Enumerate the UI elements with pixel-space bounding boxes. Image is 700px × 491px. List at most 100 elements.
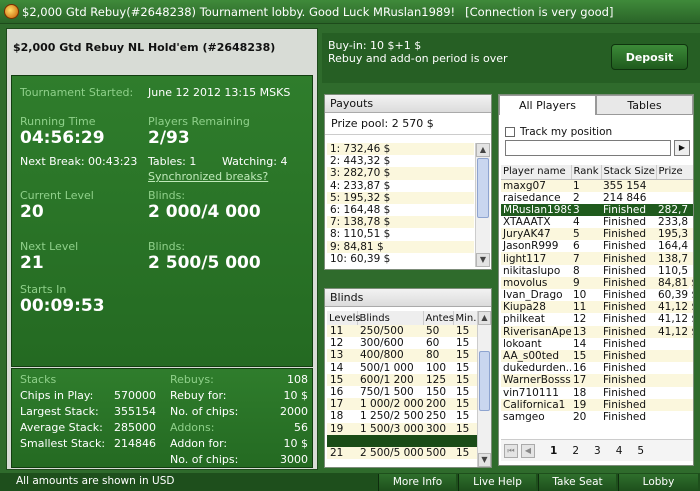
col-levels[interactable]: Levels — [327, 311, 361, 325]
rebuy-for-label: Rebuy for: — [170, 389, 227, 402]
prev-page-icon[interactable]: ◀ — [521, 443, 535, 458]
table-row[interactable]: Kiupa2811Finished41,12 $ — [501, 301, 693, 314]
page-2[interactable]: 2 — [572, 445, 579, 457]
more-info-button[interactable]: More Info — [378, 474, 456, 491]
running-time: 04:56:29 — [20, 128, 105, 148]
table-row[interactable]: AA_s00ted 15 Finished — [501, 349, 693, 363]
table-row: 16 750/1 500 150 15 — [330, 386, 470, 399]
page-3[interactable]: 3 — [594, 445, 601, 457]
largest-stack: 355154 — [114, 405, 156, 418]
players-pager: ⏮ ◀ 1 2 3 4 5 — [501, 439, 693, 461]
scroll-down-icon[interactable]: ▼ — [478, 453, 491, 467]
players-remaining: 2/93 — [148, 128, 190, 148]
players-remaining-label: Players Remaining — [148, 115, 250, 128]
rebuys-label: Rebuys: — [170, 373, 214, 386]
player-list-scroll-arrows[interactable]: ▲ ▼ — [687, 283, 697, 303]
scroll-thumb[interactable] — [479, 351, 490, 411]
table-row[interactable]: vin710111 18 Finished — [501, 387, 693, 399]
players-tabs: All Players Tables — [499, 95, 693, 115]
col-prize[interactable]: Prize — [656, 165, 693, 180]
take-seat-button[interactable]: Take Seat — [538, 474, 616, 491]
tournament-info-panel: $2,000 Gtd Rebuy NL Hold'em (#2648238) T… — [6, 28, 318, 470]
payout-list: 1: 732,46 $ 2: 443,32 $ 3: 282,70 $ 4: 2… — [327, 143, 474, 266]
deposit-button[interactable]: Deposit — [611, 44, 688, 70]
table-row[interactable]: maxg07 1 355 154 — [501, 179, 693, 192]
player-search-input[interactable] — [505, 140, 671, 156]
chips-in-play: 570000 — [114, 389, 156, 402]
page-5[interactable]: 5 — [637, 445, 644, 457]
current-level-row — [327, 434, 477, 447]
scroll-up-icon[interactable]: ▲ — [478, 311, 491, 325]
table-row[interactable]: samgeo 20 Finished — [501, 411, 693, 423]
page-4[interactable]: 4 — [616, 445, 623, 457]
average-stack-label: Average Stack: — [20, 421, 103, 434]
tab-tables[interactable]: Tables — [596, 95, 693, 115]
col-blinds[interactable]: Blinds — [357, 311, 424, 325]
table-row: 18 1 250/2 500 250 15 — [330, 410, 470, 423]
current-blinds: 2 000/4 000 — [148, 202, 261, 222]
table-row: 13 400/800 80 15 — [327, 349, 477, 362]
prize-pool: Prize pool: 2 570 $ — [325, 113, 491, 135]
scroll-up-icon[interactable]: ▲ — [476, 143, 490, 157]
col-antes[interactable]: Antes — [423, 311, 454, 325]
table-row: 12 300/600 60 15 — [330, 337, 470, 350]
table-row[interactable]: XTAAATX 4 Finished 233,8 — [501, 216, 693, 228]
col-stack-size[interactable]: Stack Size — [601, 165, 657, 180]
table-row[interactable]: raisedance 2 214 846 — [501, 192, 693, 204]
payout-row: 7: 138,78 $ — [327, 216, 474, 229]
search-go-icon[interactable]: ▶ — [674, 140, 690, 156]
addons-label: Addons: — [170, 421, 215, 434]
rebuy-for: 10 $ — [283, 389, 309, 402]
table-row[interactable]: JasonR999 6 Finished 164,4 — [501, 240, 693, 252]
title-bar: $2,000 Gtd Rebuy(#2648238) Tournament lo… — [0, 0, 700, 24]
payouts-title: Payouts — [325, 95, 491, 113]
track-position-label: Track my position — [520, 126, 613, 138]
page-1[interactable]: 1 — [550, 445, 557, 457]
current-level: 20 — [20, 202, 44, 222]
first-page-icon[interactable]: ⏮ — [504, 443, 518, 458]
live-help-button[interactable]: Live Help — [458, 474, 536, 491]
table-row[interactable]: dukedurden... 16 Finished — [501, 362, 693, 374]
players-panel: All Players Tables Track my position ▶ P… — [498, 94, 694, 466]
window-title: $2,000 Gtd Rebuy(#2648238) Tournament lo… — [22, 4, 456, 19]
addon-for-label: Addon for: — [170, 437, 228, 450]
table-row[interactable]: philkeat12Finished41,12 $ — [501, 313, 693, 325]
smallest-stack: 214846 — [114, 437, 156, 450]
table-row[interactable]: lokoant 14 Finished — [501, 338, 693, 350]
tab-all-players[interactable]: All Players — [499, 95, 596, 115]
selected-player-row[interactable]: MRuslan1989 3 Finished 282,7 — [501, 203, 693, 216]
col-rank[interactable]: Rank — [571, 165, 602, 180]
table-row: 17 1 000/2 000 200 15 — [327, 398, 477, 411]
table-row[interactable]: WarnerBosss 17 Finished — [501, 374, 693, 387]
chips-in-play-label: Chips in Play: — [20, 389, 94, 402]
payout-row: 6: 164,48 $ — [330, 203, 391, 216]
table-row[interactable]: nikitaslupo 8 Finished 110,5 — [501, 265, 693, 277]
synchronized-breaks-link[interactable]: Synchronized breaks? — [148, 170, 268, 183]
lobby-button[interactable]: Lobby — [618, 474, 698, 491]
col-min[interactable]: Min. — [453, 311, 478, 325]
scroll-thumb[interactable] — [477, 158, 489, 218]
col-player-name[interactable]: Player name — [501, 165, 572, 180]
started-value: June 12 2012 13:15 MSKS — [148, 86, 291, 99]
blinds-scrollbar[interactable]: ▲ ▼ — [477, 311, 491, 467]
track-position[interactable]: Track my position — [505, 126, 612, 138]
tournament-status-box: Tournament Started: June 12 2012 13:15 M… — [11, 75, 313, 367]
next-level-label: Next Level — [20, 240, 79, 253]
largest-stack-label: Largest Stack: — [20, 405, 99, 418]
table-row[interactable]: RiverisanApe13Finished41,12 $ — [501, 325, 693, 338]
addon-for: 10 $ — [283, 437, 309, 450]
table-row: 15 600/1 200 125 15 — [327, 373, 477, 386]
table-row[interactable]: Ivan_Drago10Finished60,39 $ — [501, 289, 693, 301]
table-row[interactable]: Californica1 19 Finished — [501, 398, 693, 411]
next-break: Next Break: 00:43:23 — [20, 155, 138, 168]
table-row[interactable]: light117 7 Finished 138,7 — [501, 252, 693, 265]
started-label: Tournament Started: — [20, 86, 134, 99]
table-row[interactable]: JuryAK47 5 Finished 195,3 — [501, 228, 693, 241]
table-row[interactable]: movolus9Finished84,81 $ — [501, 276, 693, 289]
track-position-checkbox[interactable] — [505, 127, 515, 137]
payouts-panel: Payouts Prize pool: 2 570 $ 1: 732,46 $ … — [324, 94, 492, 270]
rebuy-chips: 2000 — [280, 405, 308, 418]
scroll-down-icon[interactable]: ▼ — [476, 253, 490, 267]
payouts-scrollbar[interactable]: ▲ ▼ — [475, 143, 490, 267]
payout-row: 4: 233,87 $ — [330, 179, 391, 192]
